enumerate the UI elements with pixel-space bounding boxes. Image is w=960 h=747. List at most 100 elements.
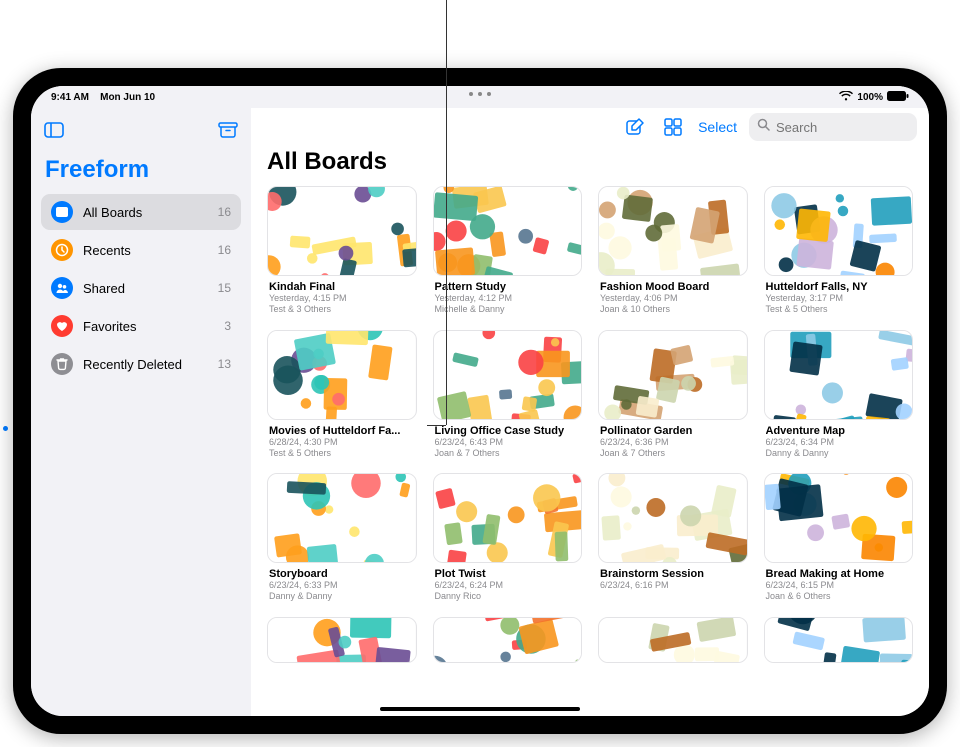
board-date: 6/23/24, 6:34 PM — [766, 437, 912, 448]
board-collaborators: Test & 5 Others — [269, 448, 415, 459]
sidebar-item-recents[interactable]: Recents 16 — [41, 232, 241, 268]
board-thumbnail — [764, 617, 914, 663]
page-title: All Boards — [267, 148, 913, 176]
board-thumbnail — [764, 186, 914, 276]
sidebar-item-count: 15 — [218, 281, 231, 295]
board-title: Brainstorm Session — [600, 568, 746, 580]
board-card[interactable] — [433, 617, 583, 663]
board-thumbnail — [433, 617, 583, 663]
sidebar: Freeform All Boards 16 Recents 16 Shared… — [31, 108, 251, 716]
sidebar-item-label: All Boards — [83, 205, 208, 220]
battery-icon — [887, 91, 909, 104]
sidebar-list: All Boards 16 Recents 16 Shared 15 Favor… — [41, 194, 241, 382]
sidebar-item-recently-deleted[interactable]: Recently Deleted 13 — [41, 346, 241, 382]
new-board-button[interactable] — [622, 114, 648, 140]
board-thumbnail — [598, 186, 748, 276]
board-card[interactable]: Brainstorm Session 6/23/24, 6:16 PM — [598, 473, 748, 603]
board-title: Pollinator Garden — [600, 425, 746, 437]
status-time: 9:41 AM — [51, 92, 89, 103]
board-card[interactable]: Adventure Map 6/23/24, 6:34 PM Danny & D… — [764, 330, 914, 460]
board-card[interactable]: Kindah Final Yesterday, 4:15 PM Test & 3… — [267, 186, 417, 316]
sidebar-item-icon — [51, 277, 73, 299]
battery-percent: 100% — [857, 92, 883, 103]
sidebar-item-icon — [51, 315, 73, 337]
board-thumbnail — [433, 330, 583, 420]
board-card[interactable]: Fashion Mood Board Yesterday, 4:06 PM Jo… — [598, 186, 748, 316]
decorative-dot — [3, 426, 8, 431]
sidebar-item-icon — [51, 353, 73, 375]
search-icon — [757, 118, 770, 136]
board-card[interactable]: Pattern Study Yesterday, 4:12 PM Michell… — [433, 186, 583, 316]
status-bar: 9:41 AM Mon Jun 10 100% — [31, 86, 929, 108]
board-date: 6/23/24, 6:43 PM — [435, 437, 581, 448]
board-collaborators: Joan & 6 Others — [766, 591, 912, 602]
home-indicator[interactable] — [380, 707, 580, 711]
board-card[interactable]: Living Office Case Study 6/23/24, 6:43 P… — [433, 330, 583, 460]
ipad-frame: 9:41 AM Mon Jun 10 100% — [13, 68, 947, 734]
board-collaborators: Test & 3 Others — [269, 304, 415, 315]
multitask-dots[interactable] — [469, 92, 491, 96]
board-date: 6/23/24, 6:16 PM — [600, 580, 746, 591]
sidebar-item-shared[interactable]: Shared 15 — [41, 270, 241, 306]
board-collaborators: Danny & Danny — [269, 591, 415, 602]
board-card[interactable] — [267, 617, 417, 663]
board-card[interactable]: The Student Chronicle — [764, 617, 914, 663]
board-collaborators: Danny & Danny — [766, 448, 912, 459]
sidebar-item-label: Recently Deleted — [83, 357, 208, 372]
board-collaborators: Joan & 7 Others — [435, 448, 581, 459]
board-date: 6/23/24, 6:36 PM — [600, 437, 746, 448]
board-thumbnail — [598, 473, 748, 563]
board-thumbnail — [764, 330, 914, 420]
sidebar-item-count: 16 — [218, 243, 231, 257]
board-thumbnail — [267, 617, 417, 663]
board-card[interactable]: Hutteldorf Falls, NY Yesterday, 3:17 PM … — [764, 186, 914, 316]
board-thumbnail — [598, 330, 748, 420]
board-date: Yesterday, 3:17 PM — [766, 293, 912, 304]
callout-line — [427, 425, 446, 426]
board-thumbnail — [267, 186, 417, 276]
board-date: 6/23/24, 6:33 PM — [269, 580, 415, 591]
board-thumbnail — [433, 186, 583, 276]
board-card[interactable]: Storyboard 6/23/24, 6:33 PM Danny & Dann… — [267, 473, 417, 603]
board-card[interactable]: Bread Making at Home 6/23/24, 6:15 PM Jo… — [764, 473, 914, 603]
board-title: Adventure Map — [766, 425, 912, 437]
board-date: Yesterday, 4:12 PM — [435, 293, 581, 304]
board-collaborators: Michelle & Danny — [435, 304, 581, 315]
sidebar-item-icon — [51, 239, 73, 261]
sidebar-item-label: Shared — [83, 281, 208, 296]
sidebar-toggle-button[interactable] — [41, 118, 67, 142]
board-card[interactable]: Pollinator Garden 6/23/24, 6:36 PM Joan … — [598, 330, 748, 460]
status-left: 9:41 AM Mon Jun 10 — [51, 92, 155, 103]
view-grid-button[interactable] — [660, 114, 686, 140]
toolbar: Select — [251, 108, 929, 146]
wifi-icon — [839, 91, 853, 104]
sidebar-item-count: 3 — [224, 319, 231, 333]
main-panel: Select All Boards — [251, 108, 929, 716]
status-date: Mon Jun 10 — [100, 92, 155, 103]
app-title: Freeform — [45, 156, 237, 184]
sidebar-item-favorites[interactable]: Favorites 3 — [41, 308, 241, 344]
archive-button[interactable] — [215, 118, 241, 142]
status-right: 100% — [839, 91, 909, 104]
board-date: 6/23/24, 6:24 PM — [435, 580, 581, 591]
board-card[interactable]: Movies of Hutteldorf Fa... 6/28/24, 4:30… — [267, 330, 417, 460]
board-title: Kindah Final — [269, 281, 415, 293]
board-card[interactable]: Plot Twist 6/23/24, 6:24 PM Danny Rico — [433, 473, 583, 603]
search-input[interactable] — [776, 120, 929, 135]
search-box[interactable] — [749, 113, 917, 141]
boards-grid: Kindah Final Yesterday, 4:15 PM Test & 3… — [251, 186, 929, 716]
sidebar-item-icon — [51, 201, 73, 223]
sidebar-item-all-boards[interactable]: All Boards 16 — [41, 194, 241, 230]
board-card[interactable] — [598, 617, 748, 663]
sidebar-item-count: 16 — [218, 205, 231, 219]
board-title: Plot Twist — [435, 568, 581, 580]
board-title: Fashion Mood Board — [600, 281, 746, 293]
board-title: Pattern Study — [435, 281, 581, 293]
board-title: Bread Making at Home — [766, 568, 912, 580]
select-button[interactable]: Select — [698, 119, 737, 135]
board-thumbnail — [433, 473, 583, 563]
board-date: 6/28/24, 4:30 PM — [269, 437, 415, 448]
board-collaborators: Joan & 10 Others — [600, 304, 746, 315]
sidebar-item-label: Favorites — [83, 319, 214, 334]
board-collaborators: Test & 5 Others — [766, 304, 912, 315]
